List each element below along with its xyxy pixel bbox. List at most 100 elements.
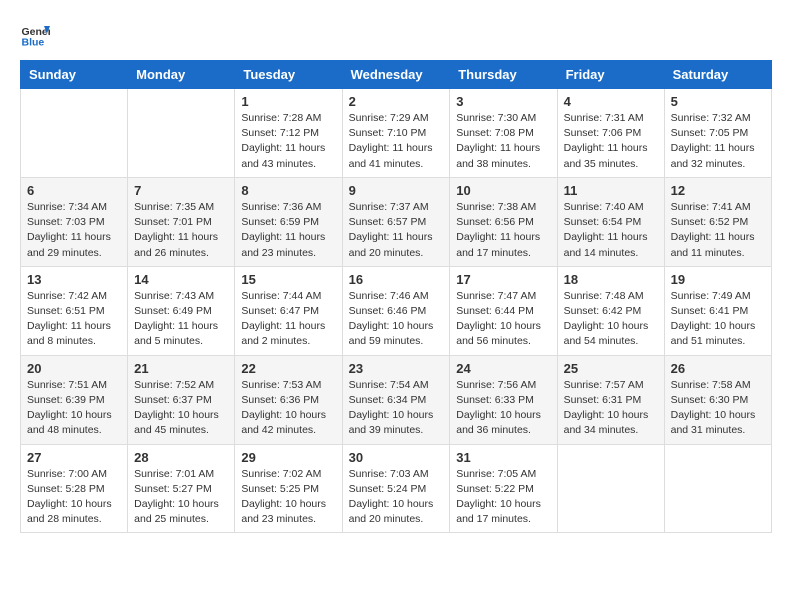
calendar-cell: 27 Sunrise: 7:00 AM Sunset: 5:28 PM Dayli… <box>21 444 128 533</box>
day-info: Sunrise: 7:31 AM Sunset: 7:06 PM Dayligh… <box>564 111 658 172</box>
calendar-cell: 22 Sunrise: 7:53 AM Sunset: 6:36 PM Dayli… <box>235 355 342 444</box>
day-number: 14 <box>134 272 228 287</box>
calendar-cell: 14 Sunrise: 7:43 AM Sunset: 6:49 PM Dayli… <box>128 266 235 355</box>
day-number: 20 <box>27 361 121 376</box>
weekday-header-monday: Monday <box>128 61 235 89</box>
day-info: Sunrise: 7:51 AM Sunset: 6:39 PM Dayligh… <box>27 378 121 439</box>
week-row-3: 13 Sunrise: 7:42 AM Sunset: 6:51 PM Dayli… <box>21 266 772 355</box>
calendar-cell: 9 Sunrise: 7:37 AM Sunset: 6:57 PM Daylig… <box>342 177 450 266</box>
calendar-cell: 10Sunrise: 7:38 AM Sunset: 6:56 PM Dayli… <box>450 177 557 266</box>
day-info: Sunrise: 7:52 AM Sunset: 6:37 PM Dayligh… <box>134 378 228 439</box>
calendar-cell: 18Sunrise: 7:48 AM Sunset: 6:42 PM Dayli… <box>557 266 664 355</box>
day-number: 2 <box>349 94 444 109</box>
day-number: 1 <box>241 94 335 109</box>
calendar-cell: 7 Sunrise: 7:35 AM Sunset: 7:01 PM Daylig… <box>128 177 235 266</box>
day-number: 30 <box>349 450 444 465</box>
day-number: 11 <box>564 183 658 198</box>
calendar-cell: 21 Sunrise: 7:52 AM Sunset: 6:37 PM Dayli… <box>128 355 235 444</box>
day-number: 18 <box>564 272 658 287</box>
day-info: Sunrise: 7:46 AM Sunset: 6:46 PM Dayligh… <box>349 289 444 350</box>
day-number: 27 <box>27 450 121 465</box>
calendar-cell <box>664 444 771 533</box>
calendar-cell: 5Sunrise: 7:32 AM Sunset: 7:05 PM Daylig… <box>664 89 771 178</box>
calendar-cell: 24Sunrise: 7:56 AM Sunset: 6:33 PM Dayli… <box>450 355 557 444</box>
day-number: 28 <box>134 450 228 465</box>
day-number: 22 <box>241 361 335 376</box>
day-number: 7 <box>134 183 228 198</box>
day-number: 12 <box>671 183 765 198</box>
calendar-table: SundayMondayTuesdayWednesdayThursdayFrid… <box>20 60 772 533</box>
svg-text:Blue: Blue <box>22 37 45 49</box>
day-number: 6 <box>27 183 121 198</box>
day-info: Sunrise: 7:01 AM Sunset: 5:27 PM Dayligh… <box>134 467 228 528</box>
calendar-cell: 28 Sunrise: 7:01 AM Sunset: 5:27 PM Dayli… <box>128 444 235 533</box>
week-row-5: 27 Sunrise: 7:00 AM Sunset: 5:28 PM Dayli… <box>21 444 772 533</box>
day-number: 10 <box>456 183 550 198</box>
day-number: 13 <box>27 272 121 287</box>
weekday-header-row: SundayMondayTuesdayWednesdayThursdayFrid… <box>21 61 772 89</box>
calendar-cell: 12 Sunrise: 7:41 AM Sunset: 6:52 PM Dayli… <box>664 177 771 266</box>
day-info: Sunrise: 7:47 AM Sunset: 6:44 PM Dayligh… <box>456 289 550 350</box>
day-number: 16 <box>349 272 444 287</box>
day-info: Sunrise: 7:56 AM Sunset: 6:33 PM Dayligh… <box>456 378 550 439</box>
day-info: Sunrise: 7:54 AM Sunset: 6:34 PM Dayligh… <box>349 378 444 439</box>
calendar-cell: 6Sunrise: 7:34 AM Sunset: 7:03 PM Daylig… <box>21 177 128 266</box>
day-info: Sunrise: 7:32 AM Sunset: 7:05 PM Dayligh… <box>671 111 765 172</box>
day-info: Sunrise: 7:37 AM Sunset: 6:57 PM Dayligh… <box>349 200 444 261</box>
calendar-cell: 29 Sunrise: 7:02 AM Sunset: 5:25 PM Dayli… <box>235 444 342 533</box>
day-info: Sunrise: 7:42 AM Sunset: 6:51 PM Dayligh… <box>27 289 121 350</box>
day-info: Sunrise: 7:58 AM Sunset: 6:30 PM Dayligh… <box>671 378 765 439</box>
day-number: 4 <box>564 94 658 109</box>
calendar-cell: 1 Sunrise: 7:28 AM Sunset: 7:12 PM Daylig… <box>235 89 342 178</box>
week-row-4: 20 Sunrise: 7:51 AM Sunset: 6:39 PM Dayli… <box>21 355 772 444</box>
calendar-cell: 23 Sunrise: 7:54 AM Sunset: 6:34 PM Dayli… <box>342 355 450 444</box>
day-number: 23 <box>349 361 444 376</box>
calendar-cell: 16 Sunrise: 7:46 AM Sunset: 6:46 PM Dayli… <box>342 266 450 355</box>
weekday-header-friday: Friday <box>557 61 664 89</box>
day-info: Sunrise: 7:28 AM Sunset: 7:12 PM Dayligh… <box>241 111 335 172</box>
weekday-header-sunday: Sunday <box>21 61 128 89</box>
calendar-cell: 20 Sunrise: 7:51 AM Sunset: 6:39 PM Dayli… <box>21 355 128 444</box>
page-header: General Blue <box>20 20 772 50</box>
day-info: Sunrise: 7:36 AM Sunset: 6:59 PM Dayligh… <box>241 200 335 261</box>
day-info: Sunrise: 7:44 AM Sunset: 6:47 PM Dayligh… <box>241 289 335 350</box>
calendar-cell: 13 Sunrise: 7:42 AM Sunset: 6:51 PM Dayli… <box>21 266 128 355</box>
day-number: 25 <box>564 361 658 376</box>
day-info: Sunrise: 7:00 AM Sunset: 5:28 PM Dayligh… <box>27 467 121 528</box>
weekday-header-tuesday: Tuesday <box>235 61 342 89</box>
calendar-cell: 25 Sunrise: 7:57 AM Sunset: 6:31 PM Dayli… <box>557 355 664 444</box>
day-info: Sunrise: 7:41 AM Sunset: 6:52 PM Dayligh… <box>671 200 765 261</box>
day-number: 19 <box>671 272 765 287</box>
calendar-cell: 11 Sunrise: 7:40 AM Sunset: 6:54 PM Dayli… <box>557 177 664 266</box>
logo: General Blue <box>20 20 54 50</box>
calendar-cell: 17 Sunrise: 7:47 AM Sunset: 6:44 PM Dayli… <box>450 266 557 355</box>
weekday-header-wednesday: Wednesday <box>342 61 450 89</box>
weekday-header-thursday: Thursday <box>450 61 557 89</box>
day-info: Sunrise: 7:30 AM Sunset: 7:08 PM Dayligh… <box>456 111 550 172</box>
calendar-cell: 4 Sunrise: 7:31 AM Sunset: 7:06 PM Daylig… <box>557 89 664 178</box>
calendar-cell: 3Sunrise: 7:30 AM Sunset: 7:08 PM Daylig… <box>450 89 557 178</box>
day-number: 8 <box>241 183 335 198</box>
day-info: Sunrise: 7:40 AM Sunset: 6:54 PM Dayligh… <box>564 200 658 261</box>
day-info: Sunrise: 7:35 AM Sunset: 7:01 PM Dayligh… <box>134 200 228 261</box>
calendar-cell: 19Sunrise: 7:49 AM Sunset: 6:41 PM Dayli… <box>664 266 771 355</box>
day-number: 31 <box>456 450 550 465</box>
calendar-cell: 8 Sunrise: 7:36 AM Sunset: 6:59 PM Daylig… <box>235 177 342 266</box>
calendar-cell: 31 Sunrise: 7:05 AM Sunset: 5:22 PM Dayli… <box>450 444 557 533</box>
day-number: 21 <box>134 361 228 376</box>
day-number: 15 <box>241 272 335 287</box>
calendar-cell: 2 Sunrise: 7:29 AM Sunset: 7:10 PM Daylig… <box>342 89 450 178</box>
day-info: Sunrise: 7:02 AM Sunset: 5:25 PM Dayligh… <box>241 467 335 528</box>
logo-icon: General Blue <box>20 20 50 50</box>
day-info: Sunrise: 7:43 AM Sunset: 6:49 PM Dayligh… <box>134 289 228 350</box>
day-number: 9 <box>349 183 444 198</box>
calendar-cell: 30Sunrise: 7:03 AM Sunset: 5:24 PM Dayli… <box>342 444 450 533</box>
day-number: 29 <box>241 450 335 465</box>
day-info: Sunrise: 7:05 AM Sunset: 5:22 PM Dayligh… <box>456 467 550 528</box>
day-info: Sunrise: 7:29 AM Sunset: 7:10 PM Dayligh… <box>349 111 444 172</box>
calendar-cell: 15 Sunrise: 7:44 AM Sunset: 6:47 PM Dayli… <box>235 266 342 355</box>
day-number: 17 <box>456 272 550 287</box>
day-info: Sunrise: 7:57 AM Sunset: 6:31 PM Dayligh… <box>564 378 658 439</box>
calendar-cell: 26Sunrise: 7:58 AM Sunset: 6:30 PM Dayli… <box>664 355 771 444</box>
day-info: Sunrise: 7:53 AM Sunset: 6:36 PM Dayligh… <box>241 378 335 439</box>
